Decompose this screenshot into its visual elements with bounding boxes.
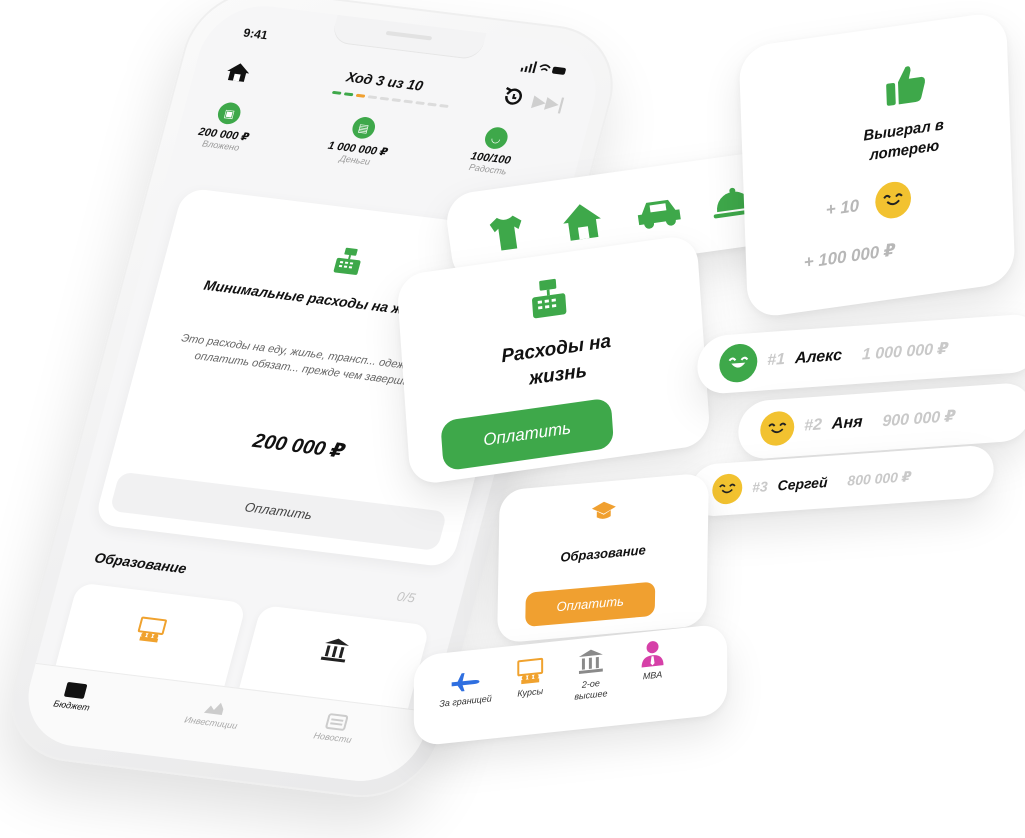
courses-icon xyxy=(517,657,544,685)
education-section-count: 0/5 xyxy=(395,588,418,606)
turn-progress-segment xyxy=(331,90,342,95)
rank-position: #2 xyxy=(803,416,823,435)
tab-budget-label: Бюджет xyxy=(52,698,91,713)
smile-icon xyxy=(874,179,912,221)
rank-name: Алекс xyxy=(794,346,843,368)
smile-icon: ◡ xyxy=(482,126,510,151)
edu-option-courses-label: Курсы xyxy=(517,685,544,699)
university-icon xyxy=(320,638,349,663)
turn-progress-segment xyxy=(439,103,449,108)
thumbs-up-icon xyxy=(886,66,926,106)
tab-budget[interactable]: Бюджет xyxy=(52,679,96,713)
education-pay-button[interactable]: Оплатить xyxy=(525,581,656,628)
turn-progress-segment xyxy=(343,92,354,97)
living-expenses-pay-button[interactable]: Оплатить xyxy=(440,397,615,472)
turn-title: Ход 3 из 10 xyxy=(344,68,426,94)
lottery-joy-value: + 10 xyxy=(825,195,860,220)
education-card-title: Образование xyxy=(560,542,646,565)
laugh-icon xyxy=(718,342,758,384)
chart-icon xyxy=(204,702,224,716)
status-icons xyxy=(520,60,570,80)
turn-progress-segment xyxy=(391,98,402,103)
rank-money: 900 000 ₽ xyxy=(882,408,956,431)
fast-forward-icon[interactable]: ▶▶| xyxy=(530,92,566,115)
stat-invested: ▣ 200 000 ₽ Вложено xyxy=(194,100,257,154)
rank-name: Сергей xyxy=(777,473,828,494)
tab-investments-label: Инвестиции xyxy=(183,714,239,731)
edu-option-abroad-label: За границей xyxy=(439,693,492,709)
lottery-title: Выиграл в лотерею xyxy=(863,116,945,164)
tab-news[interactable]: Новости xyxy=(312,711,358,745)
tshirt-icon[interactable] xyxy=(485,211,530,254)
graduation-cap-icon xyxy=(591,501,616,519)
university-icon xyxy=(578,649,603,675)
rank-money: 800 000 ₽ xyxy=(847,467,912,489)
wallet-icon xyxy=(64,682,88,699)
stat-joy: ◡ 100/100 Радость xyxy=(467,125,519,177)
rank-money: 1 000 000 ₽ xyxy=(861,340,949,364)
tab-news-label: Новости xyxy=(312,730,353,745)
lottery-money-value: + 100 000 ₽ xyxy=(803,240,896,273)
expense-detail-amount: 200 000 ₽ xyxy=(250,430,348,463)
turn-progress xyxy=(331,90,449,108)
stat-money: ▤ 1 000 000 ₽ Деньги xyxy=(324,113,396,168)
edu-option-abroad[interactable]: За границей xyxy=(436,666,496,710)
living-expenses-title: Расходы на жизнь xyxy=(500,330,612,390)
phone-notch xyxy=(330,14,487,61)
car-icon[interactable] xyxy=(634,193,684,231)
turn-progress-segment xyxy=(427,102,437,107)
cash-register-icon xyxy=(333,247,361,275)
living-expenses-card: Расходы на жизнь Оплатить xyxy=(396,233,711,487)
home-icon[interactable] xyxy=(222,60,254,85)
edu-option-second-degree-label: 2-ое высшее xyxy=(574,677,608,702)
rank-position: #3 xyxy=(751,478,769,496)
edu-option-second-degree[interactable]: 2-ое высшее xyxy=(565,645,617,704)
turn-progress-segment xyxy=(379,96,390,101)
edu-option-courses[interactable]: Курсы xyxy=(505,655,555,700)
courses-icon xyxy=(137,616,167,643)
education-section-title: Образование xyxy=(92,549,189,577)
lottery-event-card: Выиграл в лотерею + 10 + 100 000 ₽ xyxy=(738,10,1016,320)
turn-progress-segment xyxy=(355,93,366,98)
cash-register-icon xyxy=(532,278,567,319)
education-card: Образование Оплатить xyxy=(497,472,709,644)
smile-icon xyxy=(759,410,795,447)
turn-progress-segment xyxy=(415,101,425,106)
tab-investments[interactable]: Инвестиции xyxy=(183,695,243,731)
plane-icon xyxy=(451,673,480,692)
turn-progress-segment xyxy=(367,95,378,100)
leaderboard-row-1[interactable]: #1 Алекс 1 000 000 ₽ xyxy=(696,312,1025,396)
expense-pay-button[interactable]: Оплатить xyxy=(109,471,448,551)
briefcase-icon: ▣ xyxy=(215,101,244,126)
news-icon xyxy=(325,713,349,731)
smile-icon xyxy=(711,472,743,506)
turn-progress-segment xyxy=(403,99,414,104)
status-time: 9:41 xyxy=(241,25,270,43)
leaderboard-row-3[interactable]: #3 Сергей 800 000 ₽ xyxy=(689,444,995,518)
rank-position: #1 xyxy=(766,350,786,370)
edu-option-mba-label: MBA xyxy=(642,669,663,682)
wallet-icon: ▤ xyxy=(349,115,378,140)
undo-icon[interactable] xyxy=(497,84,527,110)
rank-name: Аня xyxy=(831,413,863,433)
person-tie-icon xyxy=(641,641,664,668)
edu-option-mba[interactable]: MBA xyxy=(628,637,678,684)
house-icon[interactable] xyxy=(558,198,607,244)
